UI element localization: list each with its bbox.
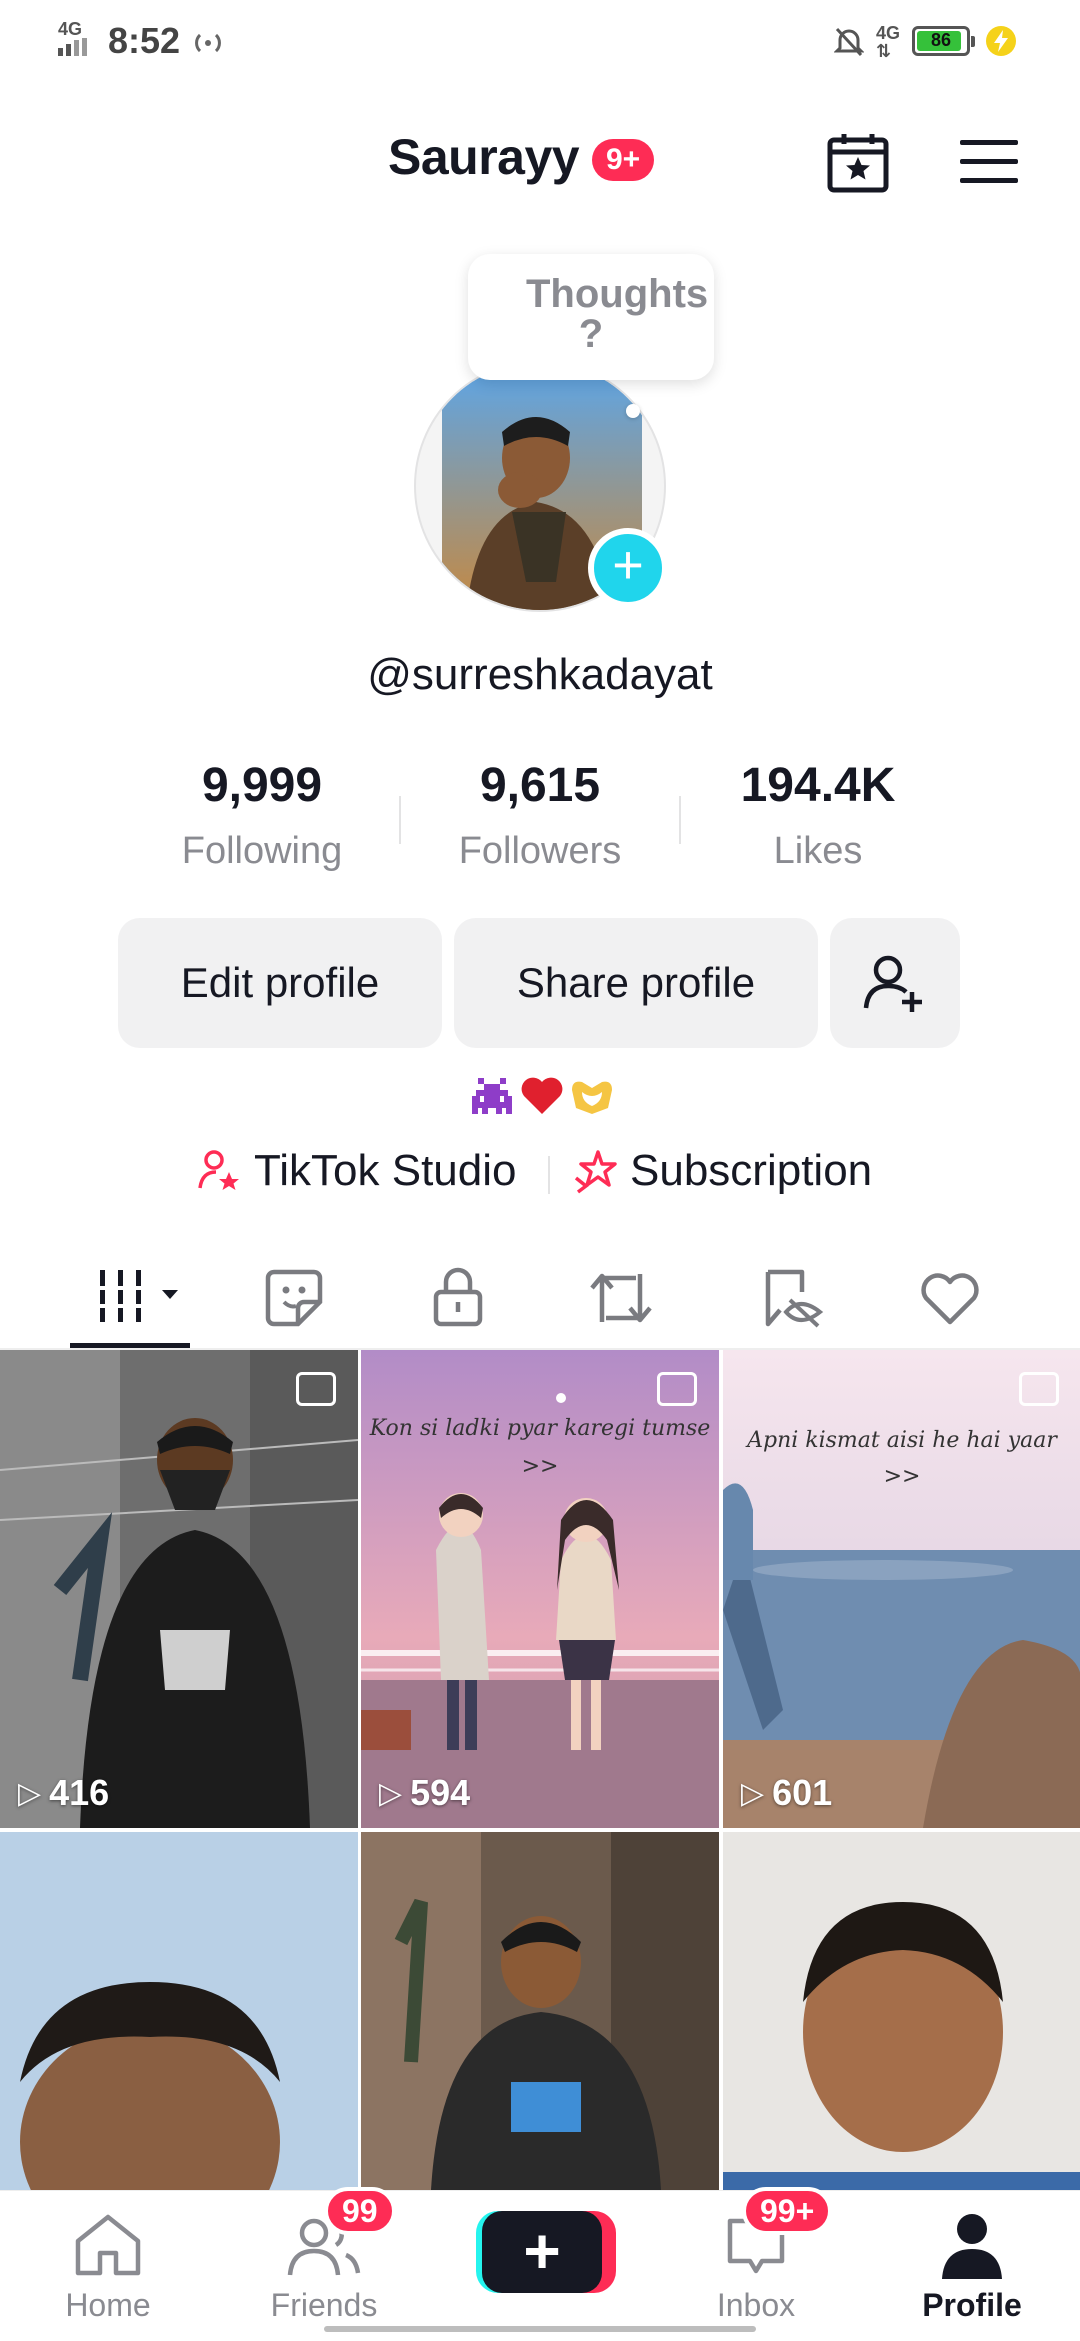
video-tile[interactable]: Apni kismat aisi he hai yaar >> ▷ 601	[723, 1350, 1080, 1828]
active-tab-indicator	[70, 1343, 190, 1348]
video-tile[interactable]: ▷ 416	[0, 1350, 358, 1828]
lock-icon[interactable]	[430, 1266, 486, 1328]
subscription-link[interactable]: Subscription	[572, 1146, 872, 1196]
mute-bell-icon	[834, 27, 864, 57]
clock: 8:52	[108, 20, 181, 61]
thoughts-bubble[interactable]: Thoughts ?	[468, 254, 714, 380]
home-indicator[interactable]	[324, 2326, 756, 2332]
divider	[679, 796, 681, 844]
studio-icon	[198, 1150, 239, 1190]
stat-label: Likes	[773, 830, 863, 872]
username: @surreshkadayat	[367, 650, 713, 699]
hamburger-menu-icon[interactable]	[958, 138, 1020, 186]
stat-value: 194.4K	[740, 759, 896, 812]
stat-label: Followers	[458, 830, 622, 872]
battery-indicator: 86	[912, 26, 975, 56]
add-user-icon	[863, 955, 922, 1012]
charging-icon	[986, 26, 1016, 56]
nav-friends[interactable]: Friends 99	[216, 2187, 432, 2341]
heart-emoji	[521, 1077, 563, 1114]
divider	[548, 1156, 550, 1194]
inbox-badge: 99+	[742, 2187, 833, 2235]
add-friend-button[interactable]	[830, 918, 960, 1048]
stat-value: 9,999	[201, 759, 323, 812]
notification-badge: 9+	[592, 139, 655, 181]
share-profile-button[interactable]: Share profile	[454, 918, 818, 1048]
profile-icon	[942, 2214, 1002, 2279]
heart-hands-emoji	[572, 1081, 612, 1114]
video-caption: Apni kismat aisi he hai yaar	[747, 1428, 1057, 1453]
thoughts-text: Thoughts ?	[526, 272, 709, 356]
profile-title[interactable]: Saurayy	[388, 128, 580, 186]
subscription-label: Subscription	[630, 1146, 873, 1195]
nav-label: Friends	[270, 2287, 378, 2323]
stat-label: Following	[181, 830, 343, 872]
hotspot-icon	[195, 33, 221, 53]
view-count: ▷ 601	[741, 1772, 833, 1813]
stat-following[interactable]: 9,999 Following	[142, 758, 382, 873]
status-bar: 4G 8:52 4G ⇅ 86	[0, 0, 1080, 84]
repost-icon[interactable]	[588, 1268, 654, 1328]
video-tile[interactable]	[361, 1832, 719, 2190]
photo-icon	[657, 1372, 697, 1406]
stickers-icon[interactable]	[264, 1268, 324, 1328]
nav-create[interactable]: +	[432, 2191, 648, 2341]
nav-inbox[interactable]: Inbox 99+	[648, 2187, 864, 2341]
network-indicator: 4G	[58, 20, 88, 56]
nav-label: Home	[65, 2287, 151, 2323]
space-invader-emoji	[472, 1078, 512, 1114]
home-icon	[75, 2214, 141, 2276]
video-tile[interactable]	[0, 1832, 358, 2190]
tiktok-studio-link[interactable]: TikTok Studio	[196, 1146, 516, 1196]
video-caption: Kon si ladki pyar karegi tumse	[369, 1416, 711, 1441]
photo-icon	[1019, 1372, 1059, 1406]
view-count: ▷ 594	[379, 1772, 471, 1813]
nav-label: Inbox	[716, 2287, 796, 2323]
calendar-star-icon[interactable]	[826, 130, 890, 194]
studio-label: TikTok Studio	[254, 1146, 517, 1195]
video-tile[interactable]: Kon si ladki pyar karegi tumse >> ▷ 594	[361, 1350, 719, 1828]
subscription-star-icon	[574, 1150, 617, 1194]
nav-profile[interactable]: Profile	[864, 2191, 1080, 2341]
bubble-dot	[626, 404, 640, 418]
friends-badge: 99	[324, 2187, 396, 2235]
stat-followers[interactable]: 9,615 Followers	[420, 758, 660, 873]
photo-icon	[296, 1372, 336, 1406]
content-tabs	[0, 1248, 1080, 1348]
bottom-nav: Home Friends 99 + Inbox 99+ Profile	[0, 2187, 1080, 2341]
divider	[399, 796, 401, 844]
add-story-button[interactable]: +	[588, 528, 668, 608]
create-button: +	[482, 2211, 602, 2293]
network-indicator-2: 4G ⇅	[876, 23, 901, 61]
bio	[468, 1072, 616, 1124]
nav-label: Profile	[922, 2287, 1022, 2323]
stat-value: 9,615	[479, 759, 601, 812]
view-count: ▷ 416	[18, 1772, 110, 1813]
caption-arrows: >>	[521, 1454, 559, 1479]
heart-icon[interactable]	[918, 1270, 982, 1326]
stat-likes[interactable]: 194.4K Likes	[698, 758, 938, 873]
caption-arrows: >>	[883, 1464, 921, 1489]
videos-grid-icon[interactable]	[96, 1266, 184, 1326]
edit-profile-button[interactable]: Edit profile	[118, 918, 442, 1048]
video-tile[interactable]	[723, 1832, 1080, 2190]
nav-home[interactable]: Home	[0, 2191, 216, 2341]
hidden-icon[interactable]	[760, 1268, 826, 1330]
